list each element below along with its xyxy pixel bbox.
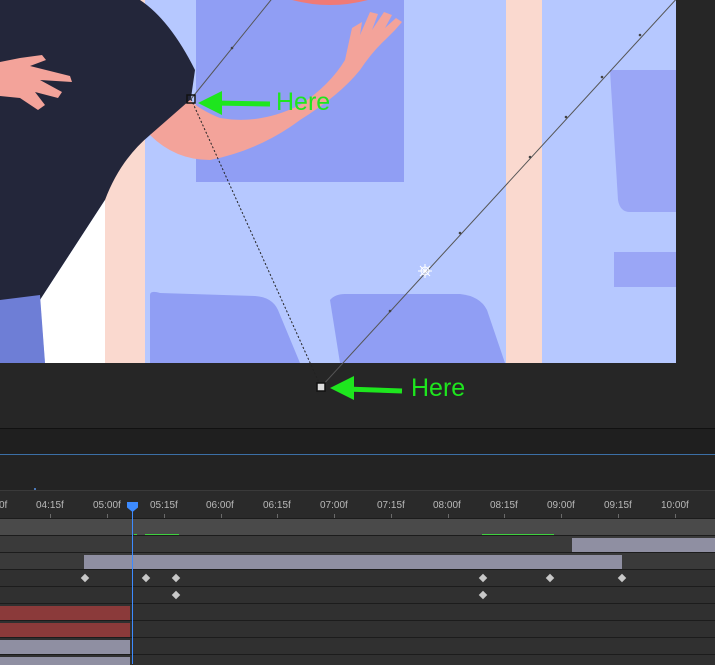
layer-bar[interactable] xyxy=(84,555,622,569)
arrow-icon xyxy=(330,376,403,400)
window-shape-right xyxy=(610,70,676,212)
annotation-callout: Here xyxy=(405,374,465,403)
keyframe-icon[interactable] xyxy=(80,573,90,583)
keyframe-icon[interactable] xyxy=(171,590,181,600)
timeline-track[interactable] xyxy=(0,654,715,665)
keyframe-icon[interactable] xyxy=(545,573,555,583)
seat-shape xyxy=(330,294,505,363)
timeline-track[interactable] xyxy=(0,518,715,536)
layer-bar[interactable] xyxy=(0,606,130,620)
keyframe-icon[interactable] xyxy=(171,573,181,583)
ruler-tick-label: 07:00f xyxy=(320,500,348,511)
keyframe-icon[interactable] xyxy=(617,573,627,583)
time-ruler[interactable]: 0f 04:15f 05:00f 05:15f 06:00f 06:15f 07… xyxy=(0,490,715,519)
timeline-track[interactable] xyxy=(0,552,715,569)
annotation-label: Here xyxy=(276,88,331,116)
pillar-right xyxy=(506,0,542,363)
ruler-tick-label: 08:15f xyxy=(490,500,518,511)
keyframe-icon[interactable] xyxy=(478,590,488,600)
keyframe-icon[interactable] xyxy=(141,573,151,583)
ruler-tick-label: 09:00f xyxy=(547,500,575,511)
annotation-label: Here xyxy=(411,374,466,402)
timeline-track[interactable] xyxy=(0,535,715,552)
ruler-tick-label: 07:15f xyxy=(377,500,405,511)
layer-bar[interactable] xyxy=(0,623,130,637)
viewer-footer xyxy=(0,428,715,455)
ruler-tick-label: 04:15f xyxy=(36,500,64,511)
ruler-tick-label: 0f xyxy=(0,500,8,511)
ruler-tick-label: 05:15f xyxy=(150,500,178,511)
composition-artwork xyxy=(0,0,715,400)
keyframe-track[interactable] xyxy=(0,569,715,586)
timeline-track[interactable] xyxy=(0,603,715,620)
timeline-track[interactable] xyxy=(0,620,715,637)
timeline-track[interactable] xyxy=(0,637,715,654)
layer-bar[interactable] xyxy=(0,640,130,654)
anchor-point-icon[interactable] xyxy=(418,264,432,278)
ruler-tick-label: 09:15f xyxy=(604,500,632,511)
keyframe-icon[interactable] xyxy=(478,573,488,583)
ruler-tick-label: 06:15f xyxy=(263,500,291,511)
layer-bar[interactable] xyxy=(572,538,715,552)
ruler-tick-label: 05:00f xyxy=(93,500,121,511)
ruler-tick-label: 10:00f xyxy=(661,500,689,511)
playhead-line[interactable] xyxy=(132,503,133,664)
ruler-tick-label: 06:00f xyxy=(206,500,234,511)
annotation-callout: Here xyxy=(270,88,330,117)
composition-viewer[interactable]: Here Here xyxy=(0,0,715,428)
timeline-panel: 0f 04:15f 05:00f 05:15f 06:00f 06:15f 07… xyxy=(0,455,715,665)
keyframe-handle[interactable] xyxy=(316,382,326,392)
keyframe-track[interactable] xyxy=(0,586,715,603)
ruler-tick-label: 08:00f xyxy=(433,500,461,511)
